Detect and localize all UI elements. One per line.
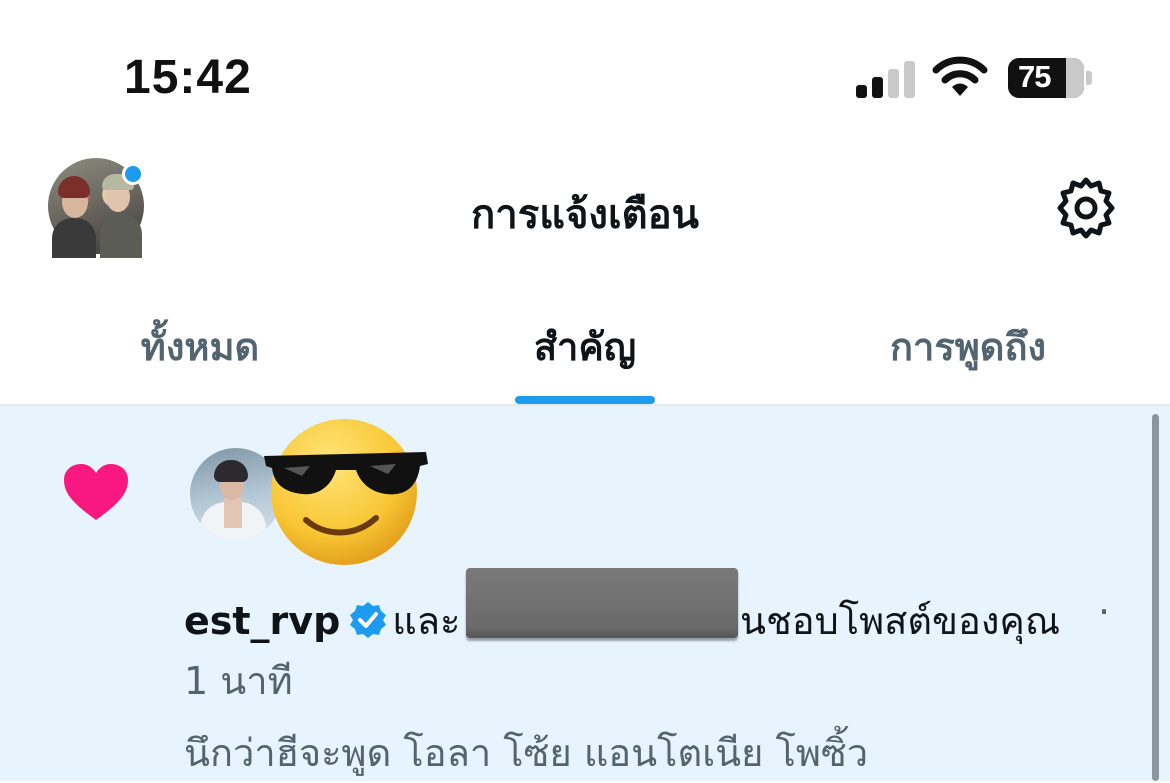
sunglasses-emoji-icon xyxy=(264,419,428,565)
battery-icon: 75 xyxy=(1008,58,1084,98)
post-preview[interactable]: นึกว่าฮีจะพูด โอลา โซ้ย แอนโตเนีย โพซิ้ว xyxy=(184,722,868,783)
notification-text-suffix: นชอบโพสต์ของคุณ xyxy=(740,599,1061,643)
gear-icon[interactable] xyxy=(1054,176,1118,240)
notification-text-prefix: และ xyxy=(392,599,461,643)
notification-text: est_rvp และ xyxy=(184,590,460,651)
status-time: 15:42 xyxy=(124,51,252,104)
notification-username[interactable]: est_rvp xyxy=(184,599,340,643)
active-tab-indicator xyxy=(515,396,655,404)
redaction-block xyxy=(466,568,738,638)
tab-all[interactable]: ทั้งหมด xyxy=(100,316,300,377)
heart-icon xyxy=(64,464,128,520)
notification-separator: · xyxy=(1098,590,1111,634)
notification-time: 1 นาที xyxy=(184,659,293,703)
battery-level: 75 xyxy=(1018,59,1051,94)
tab-verified[interactable]: สำคัญ xyxy=(485,316,685,377)
scrollbar[interactable] xyxy=(1152,414,1159,781)
page-title: การแจ้งเตือน xyxy=(471,192,699,238)
battery-cap xyxy=(1086,71,1092,85)
verified-badge-icon xyxy=(350,602,387,638)
cellular-signal-icon xyxy=(856,58,916,98)
tab-mentions[interactable]: การพูดถึง xyxy=(850,316,1086,377)
wifi-icon xyxy=(932,56,988,96)
